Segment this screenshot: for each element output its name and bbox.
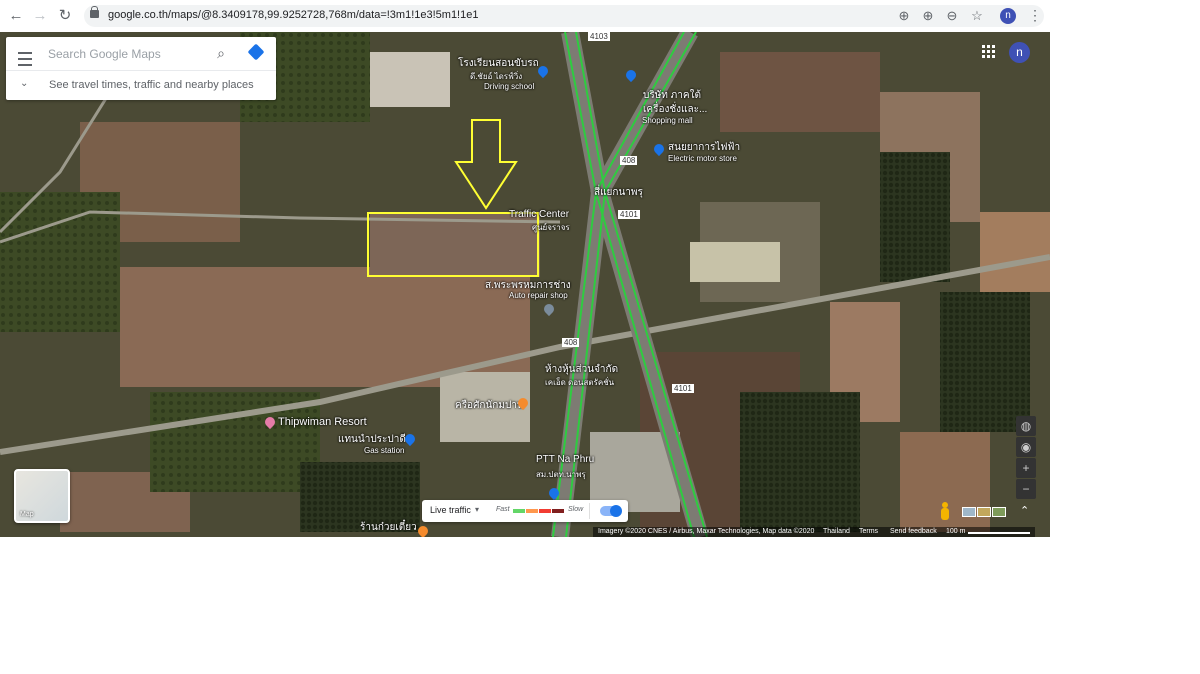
reload-icon[interactable]: ↻	[57, 8, 73, 24]
place-label[interactable]: เครื่องชั่งและ...	[643, 102, 707, 117]
imagery-credit: Imagery ©2020 CNES / Airbus, Maxar Techn…	[598, 528, 815, 535]
map-type-toggle[interactable]: Map	[14, 469, 70, 523]
compass-icon[interactable]: ◉	[1016, 437, 1036, 457]
place-label[interactable]: โรงเรียนสอนขับรถ	[458, 56, 539, 71]
browser-toolbar: ← → ↻ google.co.th/maps/@8.3409178,99.92…	[0, 0, 1050, 33]
plantation	[880, 152, 950, 282]
address-bar[interactable]: google.co.th/maps/@8.3409178,99.9252728,…	[84, 5, 1044, 27]
road-shield: 4101	[618, 210, 640, 219]
location-target-icon[interactable]: ⊕	[896, 8, 912, 24]
country-label[interactable]: Thailand	[823, 528, 850, 535]
place-label[interactable]: ห้างหุ้นส่วนจำกัด	[545, 362, 618, 377]
traffic-bar-slow	[539, 509, 551, 513]
place-label[interactable]: PTT Na Phru	[536, 454, 594, 465]
place-label[interactable]: Traffic Center	[509, 209, 569, 220]
traffic-bar-medium	[526, 509, 538, 513]
road-shield: 408	[562, 338, 580, 347]
zoom-in-icon[interactable]: ⊕	[920, 8, 936, 24]
place-label[interactable]: Gas station	[364, 446, 404, 455]
map-type-label: Map	[20, 511, 34, 518]
road-shield: 4101	[672, 384, 694, 393]
building-lot	[690, 242, 780, 282]
place-label[interactable]: สม.ปตท.นาพรุ	[536, 468, 586, 481]
lock-icon	[90, 6, 99, 18]
place-label[interactable]: เคเอ็ด ดอนสตรัคชั่น	[545, 376, 614, 389]
place-label[interactable]: สนยยาการไฟฟ้า	[668, 140, 740, 155]
search-input[interactable]	[48, 46, 198, 62]
attribution-bar: Imagery ©2020 CNES / Airbus, Maxar Techn…	[593, 527, 1035, 537]
globe-icon[interactable]: ◍	[1016, 416, 1036, 436]
imagery-thumbnails[interactable]	[962, 507, 1006, 517]
place-label[interactable]: บริษัท ภาคใต้	[643, 88, 701, 103]
directions-icon[interactable]	[247, 43, 265, 61]
place-label[interactable]: แทนนำประปาดี	[338, 432, 406, 447]
zoom-out-button[interactable]: −	[1016, 479, 1036, 499]
travel-times-hint[interactable]: See travel times, traffic and nearby pla…	[49, 79, 254, 91]
traffic-slow-label: Slow	[568, 506, 584, 513]
field	[720, 52, 880, 132]
chevron-up-icon[interactable]: ⌃	[1020, 504, 1029, 517]
place-label[interactable]: Driving school	[484, 82, 534, 91]
traffic-bar-very-slow	[552, 509, 564, 513]
place-label[interactable]: Auto repair shop	[509, 291, 568, 300]
terms-link[interactable]: Terms	[859, 528, 878, 535]
apps-grid-icon[interactable]	[982, 45, 996, 59]
forward-arrow-icon[interactable]: →	[32, 8, 48, 24]
map-controls: ◍ ◉ + −	[1016, 416, 1036, 500]
live-traffic-widget[interactable]: Live traffic ▾ Fast Slow	[422, 500, 628, 522]
traffic-fast-label: Fast	[496, 506, 510, 513]
url-text[interactable]: google.co.th/maps/@8.3409178,99.9252728,…	[108, 9, 478, 21]
pegman-icon[interactable]	[940, 502, 950, 520]
place-label[interactable]: Thipwiman Resort	[278, 416, 367, 428]
caret-down-icon[interactable]: ▾	[475, 505, 479, 514]
traffic-toggle[interactable]	[600, 505, 622, 517]
road-shield: 4103	[588, 32, 610, 41]
place-label[interactable]: Shopping mall	[642, 116, 693, 125]
chevron-down-icon[interactable]: ⌄	[20, 78, 28, 89]
plantation	[940, 292, 1030, 432]
bookmark-star-icon[interactable]: ☆	[969, 8, 985, 24]
account-avatar[interactable]: n	[1009, 42, 1030, 63]
building-lot	[370, 52, 450, 107]
menu-icon[interactable]	[18, 52, 32, 66]
road-shield: 408	[620, 156, 638, 165]
scale-label[interactable]: 100 m	[946, 528, 965, 535]
browser-profile-avatar[interactable]: n	[1000, 8, 1016, 24]
live-traffic-label[interactable]: Live traffic	[430, 505, 471, 515]
browser-menu-icon[interactable]: ⋮	[1028, 7, 1042, 24]
zoom-in-button[interactable]: +	[1016, 458, 1036, 478]
search-card: ⌕ ⌄ See travel times, traffic and nearby…	[6, 37, 276, 100]
place-label: สี่แยกนาพรุ	[594, 187, 643, 198]
back-arrow-icon[interactable]: ←	[8, 8, 24, 24]
traffic-bar-fast	[513, 509, 525, 513]
scale-bar	[968, 532, 1030, 534]
place-label[interactable]: ครือศักนักมปาน	[455, 398, 524, 413]
satellite-map[interactable]: ⌕ ⌄ See travel times, traffic and nearby…	[0, 32, 1050, 537]
place-label[interactable]: ร้านก๋วยเตี๋ยว	[360, 520, 417, 535]
divider	[6, 70, 276, 71]
zoom-out-icon[interactable]: ⊖	[944, 8, 960, 24]
place-label[interactable]: ศูนย์จราจร	[532, 221, 570, 234]
search-icon[interactable]: ⌕	[213, 45, 229, 61]
plantation	[740, 392, 860, 532]
send-feedback-link[interactable]: Send feedback	[890, 528, 937, 535]
place-label[interactable]: Electric motor store	[668, 154, 737, 163]
field	[980, 212, 1050, 292]
divider	[589, 503, 590, 519]
